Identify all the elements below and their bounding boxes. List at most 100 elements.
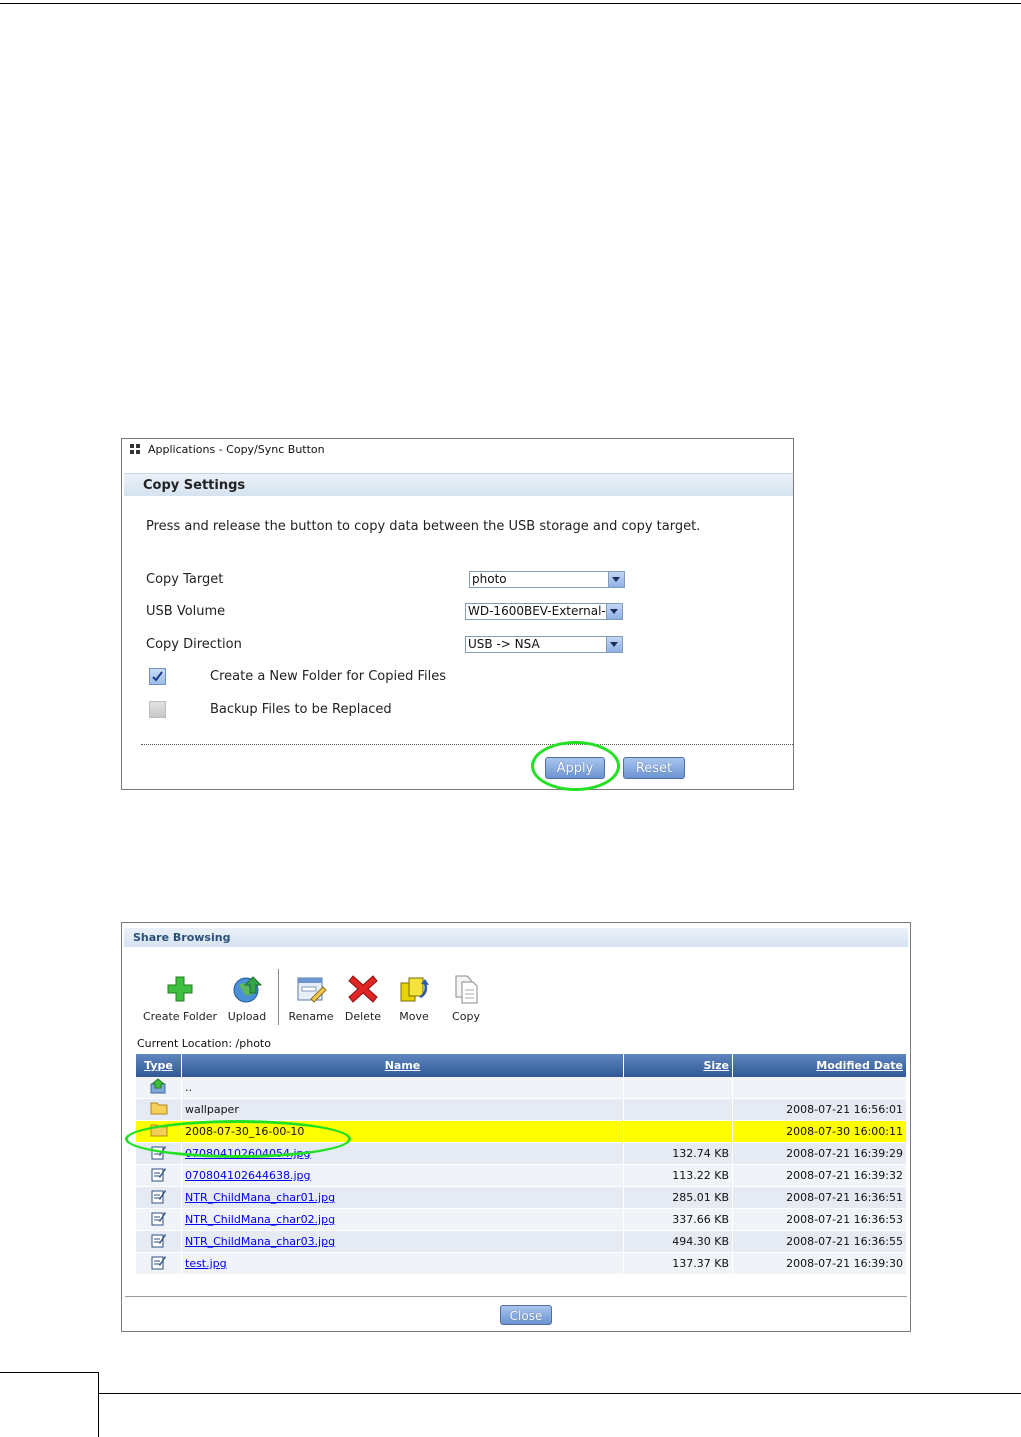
- delete-label: Delete: [344, 1010, 382, 1023]
- table-row-file[interactable]: NTR_ChildMana_char02.jpg 337.66 KB 2008-…: [136, 1208, 907, 1231]
- size-cell: 337.66 KB: [623, 1208, 733, 1231]
- chevron-down-icon[interactable]: [606, 604, 622, 619]
- grip-icon: [130, 444, 140, 454]
- upload-label: Upload: [227, 1010, 267, 1023]
- plus-icon: [167, 976, 193, 1002]
- column-header-name[interactable]: Name: [181, 1054, 624, 1077]
- modified-cell: 2008-07-21 16:56:01: [732, 1098, 907, 1121]
- modified-cell: 2008-07-21 16:36:51: [732, 1186, 907, 1209]
- name-cell[interactable]: test.jpg: [181, 1252, 624, 1275]
- name-cell[interactable]: 070804102644638.jpg: [181, 1164, 624, 1187]
- file-icon: [151, 1234, 166, 1248]
- upload-button[interactable]: Upload: [225, 973, 269, 1023]
- name-cell[interactable]: NTR_ChildMana_char01.jpg: [181, 1186, 624, 1209]
- up-folder-icon[interactable]: [150, 1078, 168, 1094]
- description-text: Press and release the button to copy dat…: [146, 519, 701, 534]
- modified-cell: 2008-07-21 16:39:30: [732, 1252, 907, 1275]
- modified-cell: 2008-07-21 16:39:29: [732, 1142, 907, 1165]
- file-link[interactable]: 070804102644638.jpg: [185, 1169, 311, 1182]
- copy-sync-panel: Applications - Copy/Sync Button Copy Set…: [121, 438, 794, 791]
- modified-cell: 2008-07-21 16:36:53: [732, 1208, 907, 1231]
- create-folder-button[interactable]: Create Folder: [139, 973, 221, 1023]
- type-cell: [136, 1208, 182, 1231]
- backup-files-checkbox[interactable]: [149, 701, 166, 718]
- size-cell: 137.37 KB: [623, 1252, 733, 1275]
- close-button[interactable]: Close: [500, 1305, 552, 1325]
- footer-page-box: [0, 1372, 99, 1437]
- table-row-parent[interactable]: ..: [136, 1077, 907, 1099]
- modified-cell: 2008-07-21 16:39:32: [732, 1164, 907, 1187]
- move-label: Move: [399, 1010, 429, 1023]
- copy-button[interactable]: Copy: [445, 973, 487, 1023]
- table-row-file[interactable]: NTR_ChildMana_char03.jpg 494.30 KB 2008-…: [136, 1230, 907, 1253]
- modified-cell: [732, 1077, 907, 1099]
- globe-upload-icon: [233, 976, 263, 1003]
- size-cell: [623, 1120, 733, 1143]
- usb-volume-value: WD-1600BEV-External-1: [468, 604, 614, 618]
- type-cell: [136, 1230, 182, 1253]
- size-cell: 132.74 KB: [623, 1142, 733, 1165]
- copy-direction-value: USB -> NSA: [468, 637, 540, 651]
- file-icon: [151, 1190, 166, 1204]
- file-link[interactable]: NTR_ChildMana_char03.jpg: [185, 1235, 335, 1248]
- file-icon: [151, 1168, 166, 1182]
- copy-target-value: photo: [472, 572, 507, 586]
- copy-direction-label: Copy Direction: [146, 637, 242, 652]
- rename-icon: [297, 977, 327, 1003]
- move-button[interactable]: Move: [393, 973, 435, 1023]
- file-link[interactable]: NTR_ChildMana_char02.jpg: [185, 1213, 335, 1226]
- size-cell: 285.01 KB: [623, 1186, 733, 1209]
- file-icon: [151, 1256, 166, 1270]
- toolbar-separator: [278, 969, 279, 1025]
- type-cell: [136, 1252, 182, 1275]
- name-cell[interactable]: wallpaper: [181, 1098, 624, 1121]
- modified-cell: 2008-07-21 16:36:55: [732, 1230, 907, 1253]
- copy-target-label: Copy Target: [146, 572, 224, 587]
- copy-direction-select[interactable]: USB -> NSA: [465, 636, 623, 653]
- chevron-down-icon[interactable]: [606, 637, 622, 652]
- column-header-modified-date[interactable]: Modified Date: [732, 1054, 907, 1077]
- create-folder-label: Create Folder: [142, 1010, 218, 1023]
- file-icon: [151, 1212, 166, 1226]
- divider: [125, 1296, 907, 1297]
- backup-files-label: Backup Files to be Replaced: [210, 702, 392, 717]
- delete-x-icon: [348, 975, 378, 1003]
- chevron-down-icon[interactable]: [608, 572, 624, 587]
- usb-volume-select[interactable]: WD-1600BEV-External-1: [465, 603, 623, 620]
- create-folder-checkbox[interactable]: [149, 668, 166, 685]
- file-link[interactable]: test.jpg: [185, 1257, 227, 1270]
- delete-button[interactable]: Delete: [341, 973, 385, 1023]
- name-cell[interactable]: ..: [181, 1077, 624, 1099]
- rename-label: Rename: [288, 1010, 334, 1023]
- window-title-text: Applications - Copy/Sync Button: [148, 443, 325, 456]
- name-cell[interactable]: NTR_ChildMana_char03.jpg: [181, 1230, 624, 1253]
- copy-icon: [455, 975, 478, 1004]
- file-link[interactable]: NTR_ChildMana_char01.jpg: [185, 1191, 335, 1204]
- type-cell: [136, 1186, 182, 1209]
- type-cell: [136, 1077, 182, 1099]
- copy-label: Copy: [452, 1010, 480, 1023]
- size-cell: [623, 1077, 733, 1099]
- name-cell[interactable]: NTR_ChildMana_char02.jpg: [181, 1208, 624, 1231]
- size-cell: 113.22 KB: [623, 1164, 733, 1187]
- table-row-file[interactable]: test.jpg 137.37 KB 2008-07-21 16:39:30: [136, 1252, 907, 1275]
- divider: [141, 744, 793, 745]
- folder-icon: [150, 1102, 167, 1115]
- type-cell: [136, 1098, 182, 1121]
- file-table: Type Name Size Modified Date .. wallpape…: [136, 1054, 907, 1275]
- table-header-row: Type Name Size Modified Date: [136, 1054, 907, 1077]
- rename-button[interactable]: Rename: [285, 973, 337, 1023]
- table-row-file[interactable]: NTR_ChildMana_char01.jpg 285.01 KB 2008-…: [136, 1186, 907, 1209]
- size-cell: [623, 1098, 733, 1121]
- section-title: Copy Settings: [143, 478, 246, 493]
- column-header-type[interactable]: Type: [136, 1054, 182, 1077]
- copy-target-select[interactable]: photo: [469, 571, 625, 588]
- check-icon: [152, 671, 163, 682]
- size-cell: 494.30 KB: [623, 1230, 733, 1253]
- table-row-file[interactable]: 070804102644638.jpg 113.22 KB 2008-07-21…: [136, 1164, 907, 1187]
- column-header-size[interactable]: Size: [623, 1054, 733, 1077]
- reset-button[interactable]: Reset: [623, 757, 685, 779]
- section-title: Share Browsing: [133, 931, 231, 944]
- current-location: Current Location: /photo: [137, 1037, 271, 1050]
- table-row-folder[interactable]: wallpaper 2008-07-21 16:56:01: [136, 1098, 907, 1121]
